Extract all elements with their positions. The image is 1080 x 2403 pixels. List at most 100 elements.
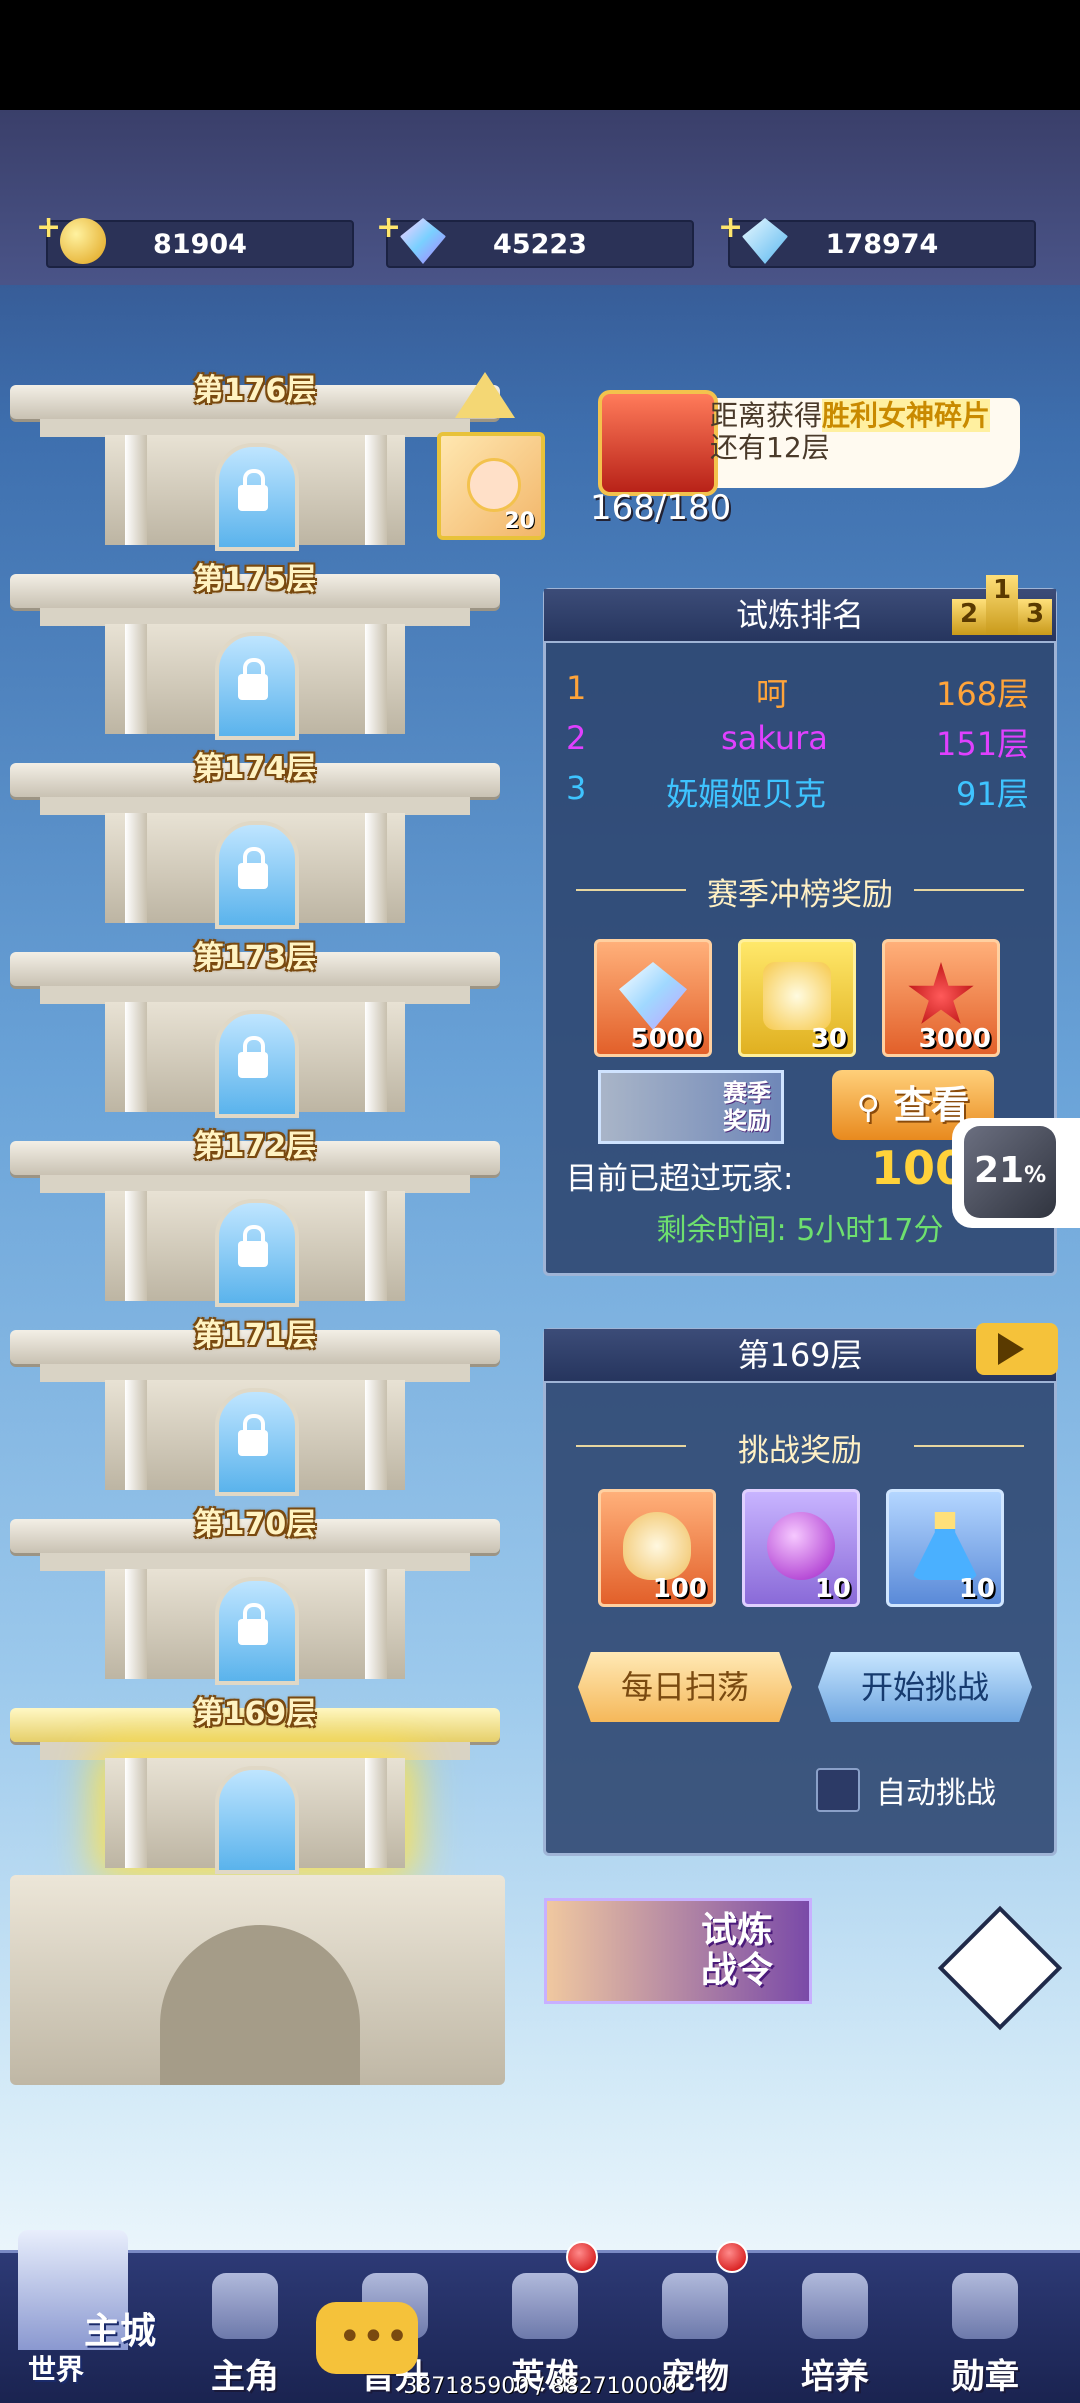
floor-column: [125, 1569, 147, 1679]
return-diamond-icon[interactable]: [937, 1905, 1063, 2031]
rank-number: 2: [566, 719, 587, 757]
potion-icon: [911, 1512, 979, 1580]
tower-floor-176[interactable]: 第176层: [0, 365, 510, 555]
footer-counter: 387185900 / 882710000: [403, 2374, 677, 2399]
crystal-amount: 45223: [493, 228, 587, 260]
trial-tower: 第176层 第175层 第174层 第173层 第172层 第171层 第170…: [0, 285, 520, 2085]
reward-quantity: 100: [652, 1574, 707, 1604]
floor-column: [125, 1002, 147, 1112]
podium-icon: 1 2 3: [952, 575, 1052, 641]
reward-golden-flame[interactable]: 30: [738, 939, 856, 1057]
diamond-amount: 178974: [825, 228, 939, 260]
lock-icon: [238, 847, 268, 889]
floor-column: [125, 435, 147, 545]
reward-potion[interactable]: 10: [886, 1489, 1004, 1607]
floor-column: [125, 813, 147, 923]
reward-crystal[interactable]: 5000: [594, 939, 712, 1057]
lock-icon: [238, 1414, 268, 1456]
rank-player-name: 妩媚姬贝克: [666, 775, 827, 813]
tower-floor-169[interactable]: 第169层: [0, 1688, 510, 1878]
rank-row[interactable]: 2 sakura 151层: [566, 719, 1066, 763]
treasure-chest-icon[interactable]: [598, 390, 718, 496]
progress-percent: 21%: [974, 1150, 1046, 1191]
crystal-resource[interactable]: + 45223: [376, 210, 694, 268]
tower-floor-172[interactable]: 第172层: [0, 1121, 510, 1311]
gold-resource[interactable]: + 81904: [36, 210, 354, 268]
floor-label: 第172层: [193, 1129, 317, 1164]
reward-ruby-star[interactable]: 3000: [882, 939, 1000, 1057]
rank-row[interactable]: 1 呵 168层: [566, 669, 1066, 713]
rank-player-name: sakura: [721, 719, 828, 757]
search-icon: ⚲: [856, 1088, 881, 1126]
daily-sweep-button[interactable]: 每日扫荡: [578, 1652, 792, 1722]
add-crystal-icon[interactable]: +: [376, 210, 401, 245]
medal-icon: [952, 2273, 1018, 2339]
diamond-icon: [742, 218, 788, 264]
season-reward-title: 赛季冲榜奖励: [546, 869, 1054, 914]
floor-column: [365, 1380, 387, 1490]
lock-icon: [238, 469, 268, 511]
main-city-button[interactable]: 主城 世界: [0, 2200, 170, 2400]
video-replay-icon[interactable]: [976, 1323, 1058, 1375]
auto-challenge-checkbox[interactable]: [816, 1768, 860, 1812]
ruby-star-icon: [908, 962, 974, 1024]
skull-flame-icon: [623, 1512, 691, 1580]
rainbow-crystal-icon: [400, 218, 446, 264]
podium-third: 3: [1018, 599, 1052, 635]
tower-floor-174[interactable]: 第174层: [0, 743, 510, 933]
start-challenge-button[interactable]: 开始挑战: [818, 1652, 1032, 1722]
floor-column: [365, 1758, 387, 1868]
trial-pass-label: 试炼 战令: [700, 1910, 773, 1991]
floor-label: 第170层: [193, 1507, 317, 1542]
avatar-level: 20: [504, 509, 535, 534]
golden-flame-icon: [763, 962, 831, 1030]
floor-label: 第175层: [193, 562, 317, 597]
floor-label: 第176层: [193, 373, 317, 408]
reward-quantity: 30: [810, 1024, 847, 1054]
tower-floor-175[interactable]: 第175层: [0, 554, 510, 744]
lock-icon: [238, 1036, 268, 1078]
diamond-resource[interactable]: + 178974: [718, 210, 1036, 268]
main-city-label: 主城: [84, 2311, 157, 2352]
purple-orb-icon: [767, 1512, 835, 1580]
lock-icon: [238, 1225, 268, 1267]
add-gold-icon[interactable]: +: [36, 210, 61, 245]
tower-floor-173[interactable]: 第173层: [0, 932, 510, 1122]
rank-row[interactable]: 3 妩媚姬贝克 91层: [566, 769, 1066, 813]
floor-column: [365, 624, 387, 734]
podium-first: 1: [986, 575, 1018, 635]
lock-icon: [238, 658, 268, 700]
season-reward-banner[interactable]: 赛季 奖励: [598, 1070, 784, 1144]
view-label: 查看: [893, 1083, 970, 1127]
avatar-face: [467, 458, 521, 512]
floor-column: [365, 1569, 387, 1679]
base-arch: [160, 1925, 360, 2085]
status-bar: [0, 0, 1080, 110]
rank-floor: 168层: [936, 675, 1030, 713]
add-diamond-icon[interactable]: +: [718, 210, 743, 245]
rank-floor: 151层: [936, 725, 1030, 763]
floor-column: [125, 1191, 147, 1301]
rank-floor: 91层: [956, 775, 1029, 813]
chest-reward-name: 胜利女神碎片: [822, 399, 991, 432]
tower-floor-170[interactable]: 第170层: [0, 1499, 510, 1689]
training-icon: [802, 2273, 868, 2339]
floor-column: [365, 435, 387, 545]
hero-helmet-icon: [212, 2273, 278, 2339]
floor-label: 第173层: [193, 940, 317, 975]
floating-progress-badge[interactable]: 21%: [952, 1118, 1080, 1228]
exceed-label: 目前已超过玩家:: [566, 1161, 794, 1197]
pet-icon: [662, 2273, 728, 2339]
tower-floor-171[interactable]: 第171层: [0, 1310, 510, 1500]
chat-button[interactable]: •••: [316, 2302, 418, 2374]
floor-column: [365, 1191, 387, 1301]
reward-skull-flame[interactable]: 100: [598, 1489, 716, 1607]
reward-purple-orb[interactable]: 10: [742, 1489, 860, 1607]
trial-pass-banner[interactable]: 试炼 战令: [544, 1898, 812, 2004]
floor-column: [125, 1380, 147, 1490]
floor-label: 第174层: [193, 751, 317, 786]
player-avatar[interactable]: 20: [437, 432, 545, 540]
chat-bubble-icon: •••: [338, 2314, 409, 2360]
lock-icon: [238, 1603, 268, 1645]
tower-base: [10, 1875, 505, 2085]
